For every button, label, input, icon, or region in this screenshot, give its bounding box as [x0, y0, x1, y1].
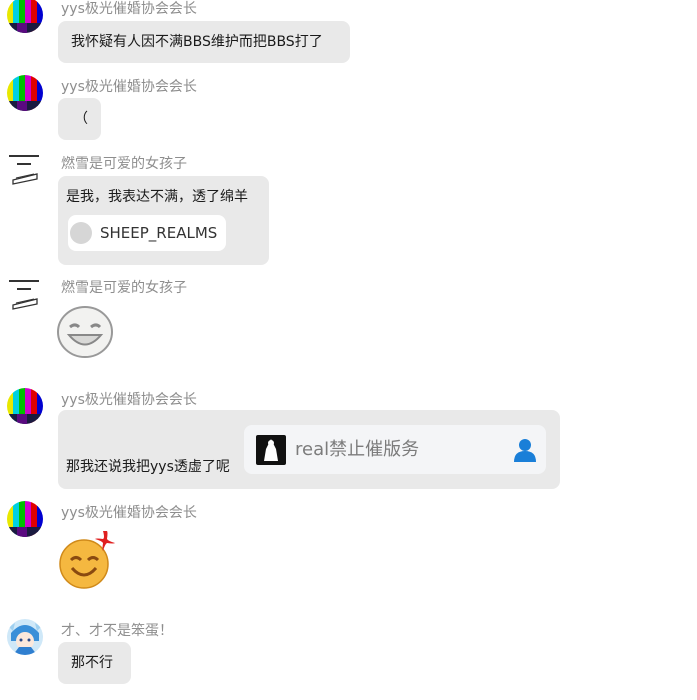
avatar[interactable] — [7, 277, 43, 313]
mention-avatar-icon — [70, 222, 92, 244]
message-bubble[interactable]: 我怀疑有人因不满BBS维护而把BBS打了 — [58, 21, 350, 63]
avatar[interactable] — [7, 152, 43, 188]
sender-name: 燃雪是可爱的女孩子 — [61, 280, 187, 296]
avatar[interactable] — [7, 75, 43, 111]
message-text: 我怀疑有人因不满BBS维护而把BBS打了 — [71, 34, 323, 50]
message-bubble[interactable]: 那不行 — [58, 642, 131, 684]
sender-name: yys极光催婚协会会长 — [61, 505, 197, 521]
mention-chip[interactable]: SHEEP_REALMS — [68, 215, 226, 251]
message-bubble[interactable]: 是我，我表达不满，透了绵羊 SHEEP_REALMS — [58, 176, 269, 265]
avatar[interactable] — [7, 619, 43, 655]
avatar[interactable] — [7, 0, 43, 33]
message-text: 是我，我表达不满，透了绵羊 — [66, 189, 248, 205]
smiling-face-sticker[interactable] — [56, 302, 116, 360]
message-text: 那不行 — [71, 655, 113, 671]
angry-smiley-sticker[interactable] — [56, 528, 118, 590]
sender-name: yys极光催婚协会会长 — [61, 1, 197, 17]
message-bubble[interactable]: 那我还说我把yys透虚了呢 real禁止催版务 — [58, 410, 560, 489]
message-text: 那我还说我把yys透虚了呢 — [66, 459, 230, 475]
sender-name: 燃雪是可爱的女孩子 — [61, 156, 187, 172]
sender-name: yys极光催婚协会会长 — [61, 392, 197, 408]
message-text: （ — [74, 111, 88, 127]
profile-card[interactable]: real禁止催版务 — [244, 425, 546, 474]
message-bubble[interactable]: （ — [58, 98, 101, 140]
mention-name: SHEEP_REALMS — [100, 224, 218, 242]
sender-name: 才、才不是笨蛋！ — [61, 623, 173, 639]
card-name: real禁止催版务 — [295, 438, 420, 460]
profile-icon — [512, 437, 538, 463]
avatar[interactable] — [7, 501, 43, 537]
card-avatar-icon — [256, 434, 286, 465]
avatar[interactable] — [7, 696, 43, 700]
sender-name: yys极光催婚协会会长 — [61, 79, 197, 95]
avatar[interactable] — [7, 388, 43, 424]
